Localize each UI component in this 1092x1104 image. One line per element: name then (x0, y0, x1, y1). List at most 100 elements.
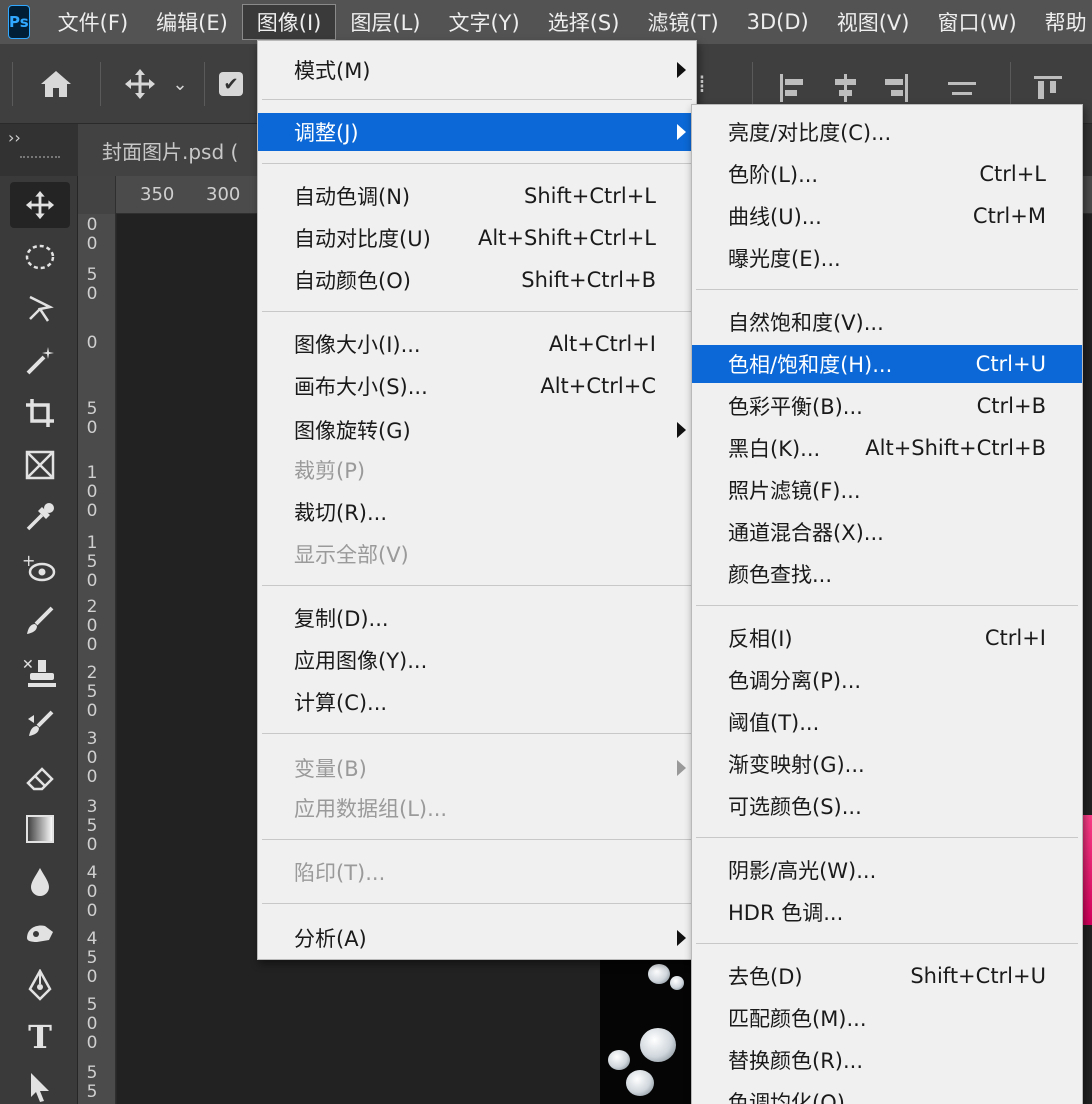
menu-edit[interactable]: 编辑(E) (142, 4, 242, 40)
menu-item-gradient-map[interactable]: 渐变映射(G)... (692, 745, 1082, 783)
menu-image[interactable]: 图像(I) (241, 4, 337, 40)
align-middle-icon[interactable] (946, 74, 976, 102)
photoshop-logo-icon: Ps (8, 5, 30, 39)
home-icon[interactable] (36, 64, 76, 104)
menu-3d[interactable]: 3D(D) (733, 4, 823, 40)
menu-help[interactable]: 帮助 (1031, 4, 1092, 40)
menu-item-equalize[interactable]: 色调均化(Q) (692, 1083, 1082, 1104)
menu-item-hdr-toning[interactable]: HDR 色调... (692, 893, 1082, 931)
menu-item-channel-mixer[interactable]: 通道混合器(X)... (692, 513, 1082, 551)
checkbox-icon[interactable]: ✔ (219, 72, 243, 96)
align-left-icon[interactable] (778, 74, 808, 102)
type-icon[interactable]: T (10, 1014, 70, 1060)
ellipse-marquee-icon[interactable] (10, 234, 70, 280)
eyedropper-icon[interactable] (10, 494, 70, 540)
options-separator (204, 62, 205, 106)
menu-item-match-color[interactable]: 匹配颜色(M)... (692, 999, 1082, 1037)
submenu-arrow-icon (677, 930, 686, 946)
menu-item-auto-contrast[interactable]: 自动对比度(U) Alt+Shift+Ctrl+L (258, 219, 696, 257)
menu-item-shadows-highlights[interactable]: 阴影/高光(W)... (692, 851, 1082, 889)
menu-separator (696, 837, 1078, 838)
blur-icon[interactable] (10, 858, 70, 904)
ruler-label: 3 0 0 (86, 729, 98, 787)
menu-type[interactable]: 文字(Y) (434, 4, 533, 40)
menu-item-label: 阴影/高光(W)... (728, 859, 877, 883)
menu-item-label: 匹配颜色(M)... (728, 1007, 867, 1031)
menu-item-threshold[interactable]: 阈值(T)... (692, 703, 1082, 741)
ruler-label: 5 0 0 (86, 995, 98, 1053)
menu-item-shortcut: Ctrl+B (976, 394, 1046, 418)
spot-heal-icon[interactable]: + (10, 546, 70, 592)
menu-item-mode[interactable]: 模式(M) (258, 51, 696, 89)
menu-item-label: 曝光度(E)... (728, 247, 841, 271)
smudge-icon[interactable] (10, 910, 70, 956)
align-top-icon[interactable] (1034, 74, 1064, 102)
lasso-icon[interactable] (10, 286, 70, 332)
collapse-panels-icon[interactable]: ›› (8, 128, 21, 147)
menu-item-auto-tone[interactable]: 自动色调(N) Shift+Ctrl+L (258, 177, 696, 215)
gradient-icon[interactable] (10, 806, 70, 852)
menu-filter[interactable]: 滤镜(T) (633, 4, 732, 40)
frame-icon[interactable] (10, 442, 70, 488)
menu-item-duplicate[interactable]: 复制(D)... (258, 599, 696, 637)
stamp-icon[interactable]: ✕ (10, 650, 70, 696)
menu-item-label: 画布大小(S)... (294, 375, 428, 399)
menu-item-label: 分析(A) (294, 927, 367, 951)
menu-item-label: 陷印(T)... (294, 861, 386, 885)
pen-icon[interactable] (10, 962, 70, 1008)
eraser-icon[interactable] (10, 754, 70, 800)
menu-item-shortcut: Shift+Ctrl+B (521, 268, 656, 292)
align-right-icon[interactable] (880, 74, 910, 102)
menu-item-curves[interactable]: 曲线(U)... Ctrl+M (692, 197, 1082, 235)
document-tab[interactable]: 封面图片.psd ( (78, 124, 278, 176)
ruler-left: 0 0 5 0 0 5 0 1 0 0 1 5 0 2 0 0 2 5 0 3 0 0 3 5 0… (78, 214, 116, 1104)
menu-item-selective-color[interactable]: 可选颜色(S)... (692, 787, 1082, 825)
menu-item-black-white[interactable]: 黑白(K)... Alt+Shift+Ctrl+B (692, 429, 1082, 467)
menu-item-invert[interactable]: 反相(I) Ctrl+I (692, 619, 1082, 657)
ruler-label: 350 (140, 184, 175, 205)
magic-wand-icon[interactable] (10, 338, 70, 384)
menu-select[interactable]: 选择(S) (534, 4, 634, 40)
menu-window[interactable]: 窗口(W) (924, 4, 1031, 40)
submenu-arrow-icon (677, 760, 686, 776)
menu-item-adjustments[interactable]: 调整(J) (258, 113, 696, 151)
menu-layer[interactable]: 图层(L) (336, 4, 434, 40)
menu-item-vibrance[interactable]: 自然饱和度(V)... (692, 303, 1082, 341)
history-brush-icon[interactable] (10, 702, 70, 748)
menu-item-replace-color[interactable]: 替换颜色(R)... (692, 1041, 1082, 1079)
menu-item-label: 模式(M) (294, 59, 371, 83)
menu-item-photo-filter[interactable]: 照片滤镜(F)... (692, 471, 1082, 509)
menu-item-hue-saturation[interactable]: 色相/饱和度(H)... Ctrl+U (692, 345, 1082, 383)
menu-item-analysis[interactable]: 分析(A) (258, 919, 696, 957)
menu-item-color-lookup[interactable]: 颜色查找... (692, 555, 1082, 593)
menu-item-label: 裁剪(P) (294, 459, 366, 483)
crop-icon[interactable] (10, 390, 70, 436)
menu-item-color-balance[interactable]: 色彩平衡(B)... Ctrl+B (692, 387, 1082, 425)
align-center-icon[interactable] (830, 74, 860, 102)
menu-item-exposure[interactable]: 曝光度(E)... (692, 239, 1082, 277)
menu-item-canvas-size[interactable]: 画布大小(S)... Alt+Ctrl+C (258, 367, 696, 405)
move-icon[interactable] (120, 64, 160, 104)
menu-item-trim[interactable]: 裁切(R)... (258, 493, 696, 531)
path-select-icon[interactable] (10, 1064, 70, 1104)
menu-item-levels[interactable]: 色阶(L)... Ctrl+L (692, 155, 1082, 193)
menu-item-calculations[interactable]: 计算(C)... (258, 683, 696, 721)
menu-item-brightness-contrast[interactable]: 亮度/对比度(C)... (692, 113, 1082, 151)
menu-item-shortcut: Ctrl+I (984, 626, 1046, 650)
brush-icon[interactable] (10, 598, 70, 644)
chevron-down-icon[interactable]: ⌄ (168, 64, 192, 104)
menu-item-apply-image[interactable]: 应用图像(Y)... (258, 641, 696, 679)
menu-item-desaturate[interactable]: 去色(D) Shift+Ctrl+U (692, 957, 1082, 995)
options-grip (12, 62, 13, 106)
menu-item-image-rotation[interactable]: 图像旋转(G) (258, 411, 696, 449)
auto-select-checkbox[interactable]: ✔ (216, 64, 246, 104)
menu-file[interactable]: 文件(F) (44, 4, 142, 40)
submenu-arrow-icon (677, 62, 686, 78)
ruler-label: 5 0 (86, 399, 98, 438)
menu-item-auto-color[interactable]: 自动颜色(O) Shift+Ctrl+B (258, 261, 696, 299)
menu-view[interactable]: 视图(V) (823, 4, 924, 40)
menu-item-label: 裁切(R)... (294, 501, 388, 525)
menu-item-image-size[interactable]: 图像大小(I)... Alt+Ctrl+I (258, 325, 696, 363)
move-tool-icon[interactable] (10, 182, 70, 228)
menu-item-posterize[interactable]: 色调分离(P)... (692, 661, 1082, 699)
